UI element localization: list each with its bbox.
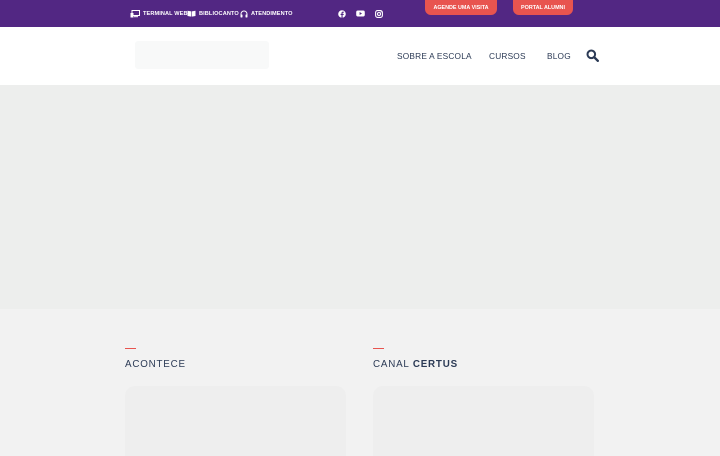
nav-blog[interactable]: BLOG: [547, 27, 571, 85]
atendimento-link[interactable]: ATENDIMENTO: [240, 0, 293, 27]
schedule-visit-button[interactable]: AGENDE UMA VISITA: [425, 0, 497, 15]
facebook-link[interactable]: [337, 9, 346, 18]
facebook-icon: [337, 9, 346, 18]
instagram-link[interactable]: [374, 9, 383, 18]
alumni-portal-button[interactable]: PORTAL ALUMNI: [513, 0, 573, 15]
hero-banner: [0, 85, 720, 309]
search-icon: [586, 49, 600, 63]
canal-title-prefix: CANAL: [373, 359, 413, 370]
nav-sobre-a-escola[interactable]: SOBRE A ESCOLA: [397, 27, 472, 85]
canal-certus-card[interactable]: [373, 386, 594, 456]
acontece-card[interactable]: [125, 386, 346, 456]
acontece-accent-line: [125, 348, 136, 350]
top-bar: TERMINAL WEB BIBLIOCANTO ATENDIMENTO AGE…: [0, 0, 720, 27]
canal-title-bold: CERTUS: [412, 359, 458, 370]
content-section: ACONTECE CANAL CERTUS: [0, 309, 720, 456]
nav-cursos[interactable]: CURSOS: [489, 27, 526, 85]
main-header: SOBRE A ESCOLA CURSOS BLOG: [0, 27, 720, 85]
school-logo[interactable]: [135, 41, 269, 69]
book-icon: [187, 10, 196, 17]
canal-accent-line: [373, 348, 384, 350]
acontece-title: ACONTECE: [125, 359, 186, 370]
bibliocanto-link[interactable]: BIBLIOCANTO: [187, 0, 239, 27]
instagram-icon: [374, 9, 383, 18]
youtube-icon: [356, 10, 365, 17]
terminal-web-label: TERMINAL WEB: [143, 10, 188, 17]
headset-icon: [240, 10, 248, 17]
terminal-web-link[interactable]: TERMINAL WEB: [130, 0, 188, 27]
youtube-link[interactable]: [356, 9, 365, 18]
bibliocanto-label: BIBLIOCANTO: [199, 10, 239, 17]
canal-certus-title: CANAL CERTUS: [373, 359, 458, 370]
search-button[interactable]: [586, 49, 600, 63]
atendimento-label: ATENDIMENTO: [251, 10, 293, 17]
monitor-icon: [130, 9, 140, 17]
